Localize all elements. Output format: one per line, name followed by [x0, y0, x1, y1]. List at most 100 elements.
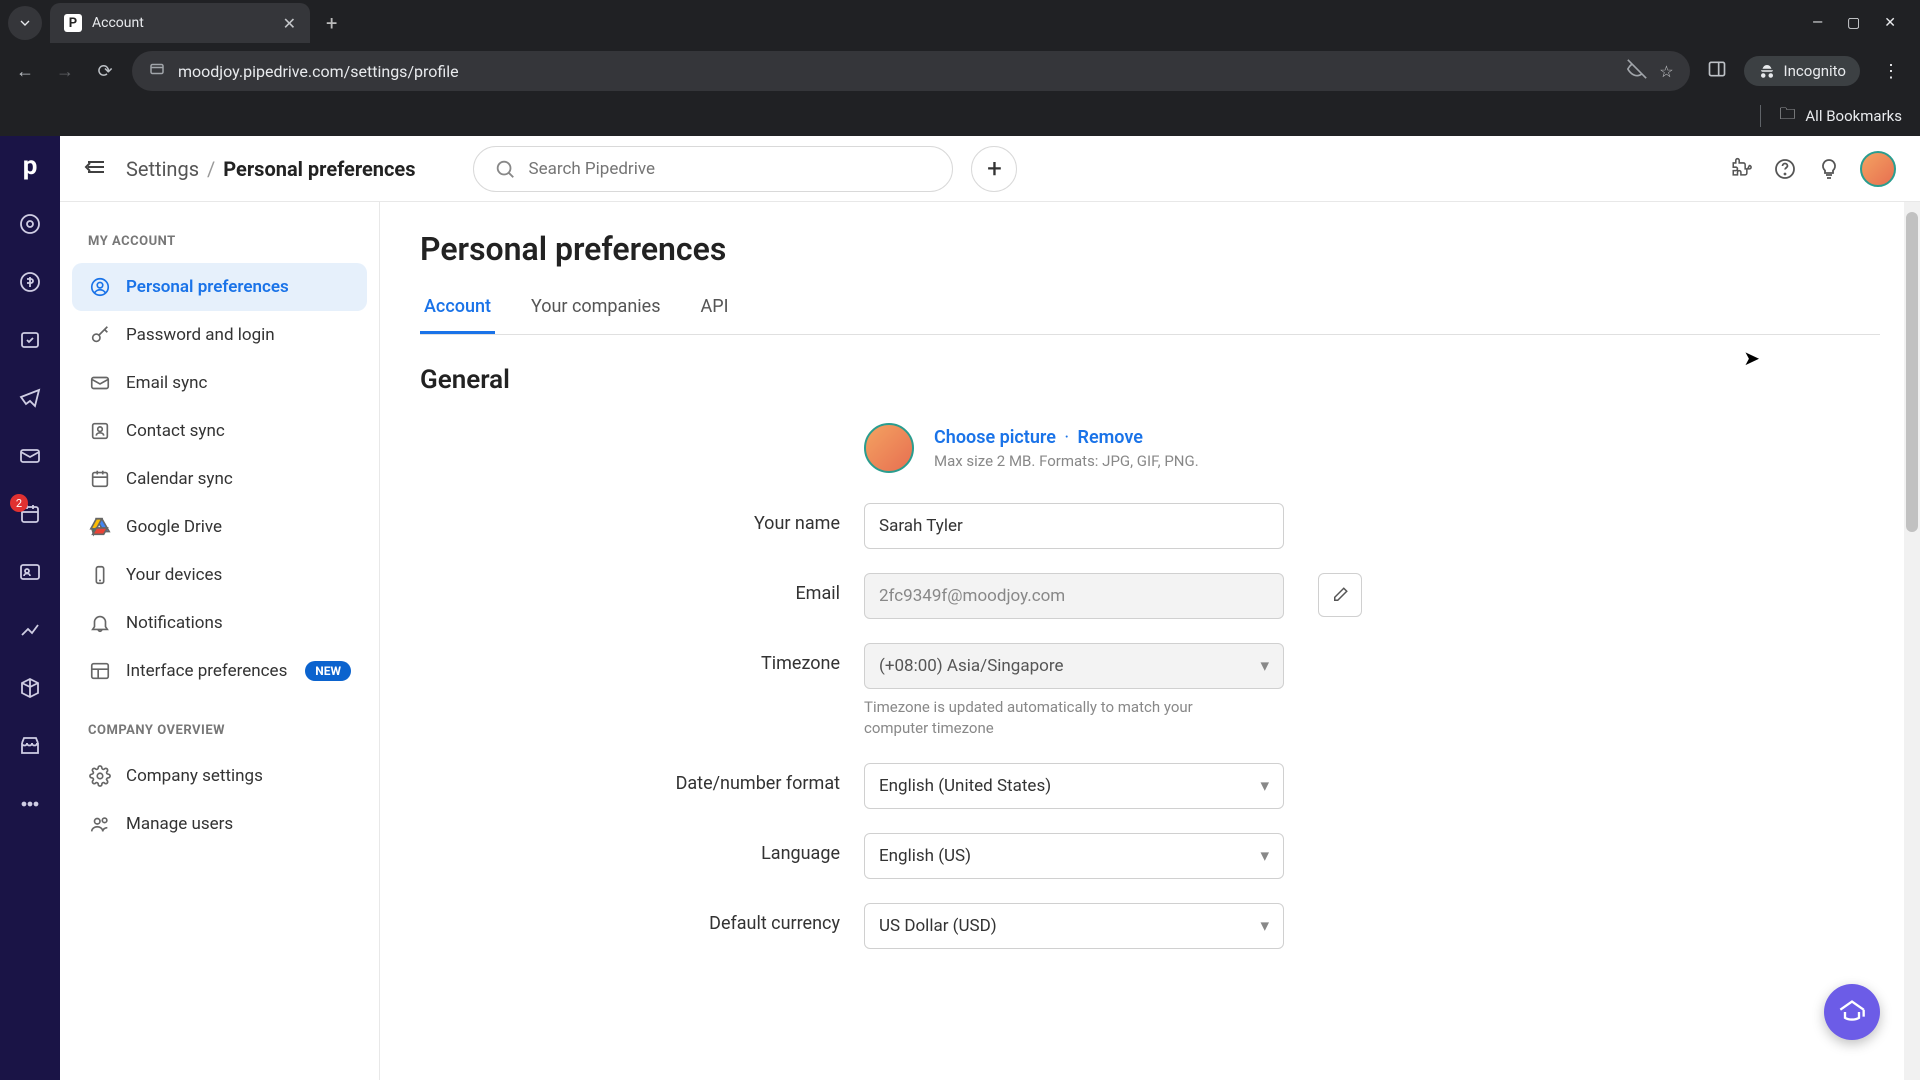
- rail-projects-icon[interactable]: [16, 326, 44, 354]
- tab-your-companies[interactable]: Your companies: [527, 286, 665, 334]
- all-bookmarks-link[interactable]: All Bookmarks: [1805, 107, 1902, 125]
- rail-campaigns-icon[interactable]: [16, 384, 44, 412]
- scrollbar-track[interactable]: [1904, 202, 1920, 1080]
- sidebar-item-notifications[interactable]: Notifications: [72, 599, 367, 647]
- sidebar-section-company: COMPANY OVERVIEW: [72, 715, 367, 752]
- key-icon: [88, 323, 112, 347]
- incognito-badge[interactable]: Incognito: [1744, 56, 1860, 86]
- avatar-hint: Max size 2 MB. Formats: JPG, GIF, PNG.: [934, 452, 1199, 470]
- label-language: Language: [420, 833, 840, 864]
- sidebar-item-label: Interface preferences: [126, 661, 287, 681]
- browser-tab[interactable]: P Account ✕: [50, 3, 310, 43]
- select-timezone[interactable]: (+08:00) Asia/Singapore ▾: [864, 643, 1284, 689]
- select-language[interactable]: English (US) ▾: [864, 833, 1284, 879]
- rail-activities-icon[interactable]: 2: [16, 500, 44, 528]
- search-input[interactable]: [528, 159, 932, 179]
- sidebar-item-manage-users[interactable]: Manage users: [72, 800, 367, 848]
- sidebar-item-calendar-sync[interactable]: Calendar sync: [72, 455, 367, 503]
- sidebar-item-google-drive[interactable]: Google Drive: [72, 503, 367, 551]
- app-root: p 2 Settings / Personal preferences: [0, 136, 1920, 1080]
- select-currency-value: US Dollar (USD): [879, 916, 997, 936]
- breadcrumb: Settings / Personal preferences: [126, 157, 415, 181]
- page-title: Personal preferences: [420, 230, 1880, 268]
- breadcrumb-root[interactable]: Settings: [126, 157, 199, 181]
- calendar-icon: [88, 467, 112, 491]
- app-topbar: Settings / Personal preferences +: [60, 136, 1920, 202]
- maximize-icon[interactable]: ▢: [1847, 15, 1860, 31]
- rail-products-icon[interactable]: [16, 674, 44, 702]
- select-currency[interactable]: US Dollar (USD) ▾: [864, 903, 1284, 949]
- back-button[interactable]: ←: [12, 61, 38, 82]
- bookmark-star-icon[interactable]: ☆: [1659, 62, 1673, 81]
- sidebar-item-personal-preferences[interactable]: Personal preferences: [72, 263, 367, 311]
- sidebar-item-email-sync[interactable]: Email sync: [72, 359, 367, 407]
- avatar-row: Choose picture · Remove Max size 2 MB. F…: [864, 423, 1880, 473]
- close-window-icon[interactable]: ✕: [1884, 15, 1896, 31]
- sidebar-item-contact-sync[interactable]: Contact sync: [72, 407, 367, 455]
- new-tab-button[interactable]: +: [318, 7, 345, 39]
- edit-email-button[interactable]: [1318, 573, 1362, 617]
- main-panel: Personal preferences Account Your compan…: [380, 202, 1920, 1080]
- divider: [1760, 105, 1761, 127]
- search-input-container[interactable]: [473, 146, 953, 192]
- tab-close-icon[interactable]: ✕: [283, 14, 296, 33]
- layout-icon: [88, 659, 112, 683]
- sidebar-item-password-login[interactable]: Password and login: [72, 311, 367, 359]
- reload-button[interactable]: ⟳: [92, 61, 118, 82]
- sidebar-item-label: Manage users: [126, 814, 233, 834]
- tab-search-button[interactable]: [8, 6, 42, 40]
- input-your-name[interactable]: [864, 503, 1284, 549]
- rail-mail-icon[interactable]: [16, 442, 44, 470]
- rail-more-icon[interactable]: [16, 790, 44, 818]
- content-row: MY ACCOUNT Personal preferences Password…: [60, 202, 1920, 1080]
- help-fab[interactable]: [1824, 984, 1880, 1040]
- rail-deals-icon[interactable]: [16, 268, 44, 296]
- section-general: General: [420, 365, 1880, 395]
- sidebar-item-your-devices[interactable]: Your devices: [72, 551, 367, 599]
- pipedrive-logo[interactable]: p: [16, 152, 44, 180]
- sidebar-item-label: Google Drive: [126, 517, 222, 537]
- site-info-icon[interactable]: [148, 60, 166, 82]
- extensions-icon[interactable]: [1728, 156, 1754, 182]
- tips-icon[interactable]: [1816, 156, 1842, 182]
- minimize-icon[interactable]: —: [1812, 15, 1823, 31]
- bookmarks-bar: 🗀 All Bookmarks: [0, 96, 1920, 136]
- users-icon: [88, 812, 112, 836]
- avatar-links: Choose picture · Remove: [934, 427, 1199, 448]
- tab-strip: P Account ✕ + — ▢ ✕: [0, 0, 1920, 46]
- profile-avatar[interactable]: [1860, 151, 1896, 187]
- side-panel-icon[interactable]: [1704, 59, 1730, 84]
- chevron-down-icon: ▾: [1260, 776, 1269, 796]
- label-your-name: Your name: [420, 503, 840, 534]
- breadcrumb-separator: /: [207, 157, 215, 181]
- chevron-down-icon: ▾: [1260, 656, 1269, 676]
- contact-icon: [88, 419, 112, 443]
- new-badge: NEW: [305, 661, 351, 681]
- sidebar-item-interface-preferences[interactable]: Interface preferences NEW: [72, 647, 367, 695]
- collapse-sidebar-icon[interactable]: [84, 155, 108, 183]
- rail-contacts-icon[interactable]: [16, 558, 44, 586]
- help-icon[interactable]: [1772, 156, 1798, 182]
- scrollbar-thumb[interactable]: [1906, 212, 1918, 532]
- label-email: Email: [420, 573, 840, 604]
- rail-marketplace-icon[interactable]: [16, 732, 44, 760]
- app-main: Settings / Personal preferences + MY ACC…: [60, 136, 1920, 1080]
- tab-api[interactable]: API: [696, 286, 732, 334]
- label-timezone: Timezone: [420, 643, 840, 674]
- forward-button[interactable]: →: [52, 61, 78, 82]
- address-bar[interactable]: moodjoy.pipedrive.com/settings/profile ☆: [132, 51, 1690, 91]
- sidebar-item-company-settings[interactable]: Company settings: [72, 752, 367, 800]
- sidebar-item-label: Email sync: [126, 373, 207, 393]
- browser-menu-icon[interactable]: ⋮: [1874, 61, 1908, 82]
- rail-focus-icon[interactable]: [16, 210, 44, 238]
- breadcrumb-current: Personal preferences: [223, 157, 415, 181]
- sidebar-item-label: Personal preferences: [126, 277, 289, 297]
- choose-picture-link[interactable]: Choose picture: [934, 427, 1056, 448]
- add-button[interactable]: +: [971, 146, 1017, 192]
- rail-insights-icon[interactable]: [16, 616, 44, 644]
- remove-picture-link[interactable]: Remove: [1078, 427, 1143, 448]
- form-row-timezone: Timezone (+08:00) Asia/Singapore ▾ Timez…: [420, 643, 1880, 739]
- tab-account[interactable]: Account: [420, 286, 495, 334]
- select-datefmt[interactable]: English (United States) ▾: [864, 763, 1284, 809]
- tracking-icon[interactable]: [1627, 59, 1647, 83]
